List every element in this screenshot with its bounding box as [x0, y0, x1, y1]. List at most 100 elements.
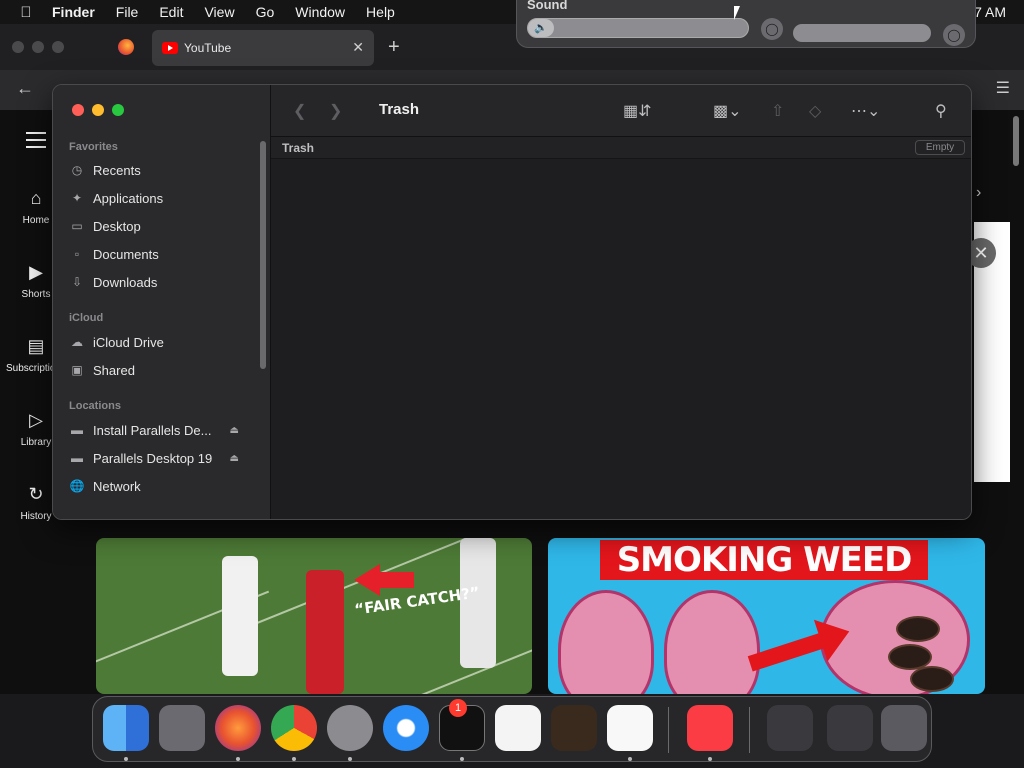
window-close-button[interactable] — [72, 104, 84, 116]
forward-chevron-icon[interactable]: ❯ — [329, 101, 342, 121]
window-minimize-button[interactable] — [92, 104, 104, 116]
sidebar-item-label: Shared — [93, 362, 135, 378]
sidebar-item-network[interactable]: 🌐 Network — [69, 475, 259, 497]
group-icon[interactable]: ▩⌄ — [713, 101, 742, 121]
dock: 1 — [92, 696, 932, 762]
finder-sidebar: Favorites ◷ Recents ✦ Applications ▭ Des… — [53, 85, 271, 519]
tab-youtube[interactable]: YouTube ✕ — [152, 30, 374, 66]
browser-zoom-button[interactable] — [52, 41, 64, 53]
menu-view[interactable]: View — [204, 4, 234, 20]
browser-minimize-button[interactable] — [32, 41, 44, 53]
sidebar-item-label: iCloud Drive — [93, 334, 164, 350]
notification-badge: 1 — [449, 699, 467, 717]
menu-help[interactable]: Help — [366, 4, 395, 20]
empty-trash-button[interactable]: Empty — [915, 140, 965, 155]
airplay-icon[interactable]: ◯ — [761, 18, 783, 40]
eject-icon[interactable]: ⏏ — [230, 453, 239, 464]
sidebar-item-applications[interactable]: ✦ Applications — [69, 187, 259, 209]
back-chevron-icon[interactable]: ❮ — [293, 101, 306, 121]
video-thumbnail-weed[interactable]: SMOKING WEED — [548, 538, 985, 694]
drive-icon: ▬ — [71, 423, 83, 437]
dock-safari[interactable] — [383, 705, 429, 751]
yt-nav-shorts-label: Shorts — [21, 289, 51, 300]
menu-app-name[interactable]: Finder — [52, 4, 95, 20]
dock-vscode[interactable] — [607, 705, 653, 751]
sidebar-header-icloud: iCloud — [69, 312, 104, 324]
chevron-right-icon[interactable]: › — [976, 184, 981, 202]
menu-edit[interactable]: Edit — [159, 4, 183, 20]
window-title: Trash — [379, 101, 420, 118]
dock-textedit[interactable] — [495, 705, 541, 751]
video-thumbnail-football[interactable]: “FAIR CATCH?” — [96, 538, 532, 694]
dock-minimized-window-1[interactable] — [767, 705, 813, 751]
dock-launchpad[interactable] — [159, 705, 205, 751]
sidebar-item-downloads[interactable]: ⇩ Downloads — [69, 271, 259, 293]
finder-content-area[interactable] — [271, 159, 971, 519]
cloud-icon: ☁ — [71, 335, 83, 349]
secondary-slider[interactable] — [793, 24, 931, 42]
sidebar-item-desktop[interactable]: ▭ Desktop — [69, 215, 259, 237]
clock-icon: ◷ — [71, 163, 83, 177]
new-tab-button[interactable]: + — [388, 36, 400, 59]
sidebar-item-parallels-desktop[interactable]: ▬ Parallels Desktop 19 ⏏ — [69, 447, 259, 469]
path-header: Trash Empty — [271, 137, 971, 159]
path-label: Trash — [282, 141, 315, 155]
dock-firefox[interactable] — [215, 705, 261, 751]
sidebar-item-label: Recents — [93, 162, 141, 178]
firefox-pinned-tab-icon[interactable] — [118, 39, 134, 55]
sidebar-item-label: Applications — [93, 190, 164, 206]
airplay-output-icon[interactable]: ◯ — [943, 24, 965, 46]
sidebar-scrollbar[interactable] — [260, 141, 266, 369]
sidebar-item-label: Install Parallels De... — [93, 422, 212, 438]
view-grid-icon[interactable]: ▦⇵ — [623, 101, 652, 121]
dock-system-settings[interactable] — [327, 705, 373, 751]
sidebar-item-install-parallels[interactable]: ▬ Install Parallels De... ⏏ — [69, 419, 259, 441]
sound-popover: Sound 🔈 ◯ ◯ — [516, 0, 976, 48]
applications-icon: ✦ — [71, 191, 83, 205]
eject-icon[interactable]: ⏏ — [230, 425, 239, 436]
sound-title: Sound — [527, 0, 568, 12]
page-scrollbar[interactable] — [1013, 116, 1019, 166]
youtube-icon — [162, 42, 178, 54]
sidebar-item-label: Documents — [93, 246, 159, 262]
back-arrow-icon[interactable]: ← — [16, 78, 34, 99]
tag-icon[interactable]: ◇ — [809, 101, 821, 121]
share-icon[interactable]: ⇧ — [771, 101, 784, 121]
dock-garageband[interactable] — [551, 705, 597, 751]
finder-window: Favorites ◷ Recents ✦ Applications ▭ Des… — [52, 84, 972, 520]
sidebar-item-label: Downloads — [93, 274, 158, 290]
menu-go[interactable]: Go — [256, 4, 275, 20]
dock-chrome[interactable] — [271, 705, 317, 751]
hamburger-icon[interactable] — [26, 132, 46, 153]
window-zoom-button[interactable] — [112, 104, 124, 116]
sidebar-item-recents[interactable]: ◷ Recents — [69, 159, 259, 181]
sidebar-item-shared[interactable]: ▣ Shared — [69, 359, 259, 381]
search-icon[interactable]: ⚲ — [935, 101, 947, 121]
dock-finder[interactable] — [103, 705, 149, 751]
apple-menu-icon[interactable]:  — [0, 4, 52, 21]
sidebar-item-icloud-drive[interactable]: ☁ iCloud Drive — [69, 331, 259, 353]
thumbnail-banner: SMOKING WEED — [600, 540, 928, 580]
sidebar-item-label: Parallels Desktop 19 — [93, 450, 213, 466]
document-icon: ▫ — [74, 247, 80, 261]
browser-close-button[interactable] — [12, 41, 24, 53]
download-icon: ⇩ — [71, 275, 83, 289]
sidebar-item-label: Network — [93, 478, 141, 494]
tab-close-icon[interactable]: ✕ — [352, 39, 364, 56]
menu-file[interactable]: File — [116, 4, 139, 20]
dock-trash[interactable] — [881, 705, 927, 751]
dock-music[interactable] — [687, 705, 733, 751]
menu-icon[interactable]: ☰ — [996, 78, 1010, 98]
drive-icon: ▬ — [71, 451, 83, 465]
more-actions-icon[interactable]: ⋯⌄ — [851, 101, 880, 121]
dock-minimized-window-2[interactable] — [827, 705, 873, 751]
sidebar-item-label: Desktop — [93, 218, 141, 234]
finder-toolbar: ❮ ❯ Trash ▦⇵ ▩⌄ ⇧ ◇ ⋯⌄ ⚲ — [271, 85, 971, 137]
sidebar-item-documents[interactable]: ▫ Documents — [69, 243, 259, 265]
yt-nav-history-label: History — [20, 511, 52, 522]
menu-window[interactable]: Window — [295, 4, 345, 20]
menu-clock[interactable]: 7 AM — [974, 4, 1006, 20]
sidebar-header-locations: Locations — [69, 400, 121, 412]
volume-slider[interactable]: 🔈 — [527, 18, 749, 38]
tab-title: YouTube — [184, 41, 232, 55]
